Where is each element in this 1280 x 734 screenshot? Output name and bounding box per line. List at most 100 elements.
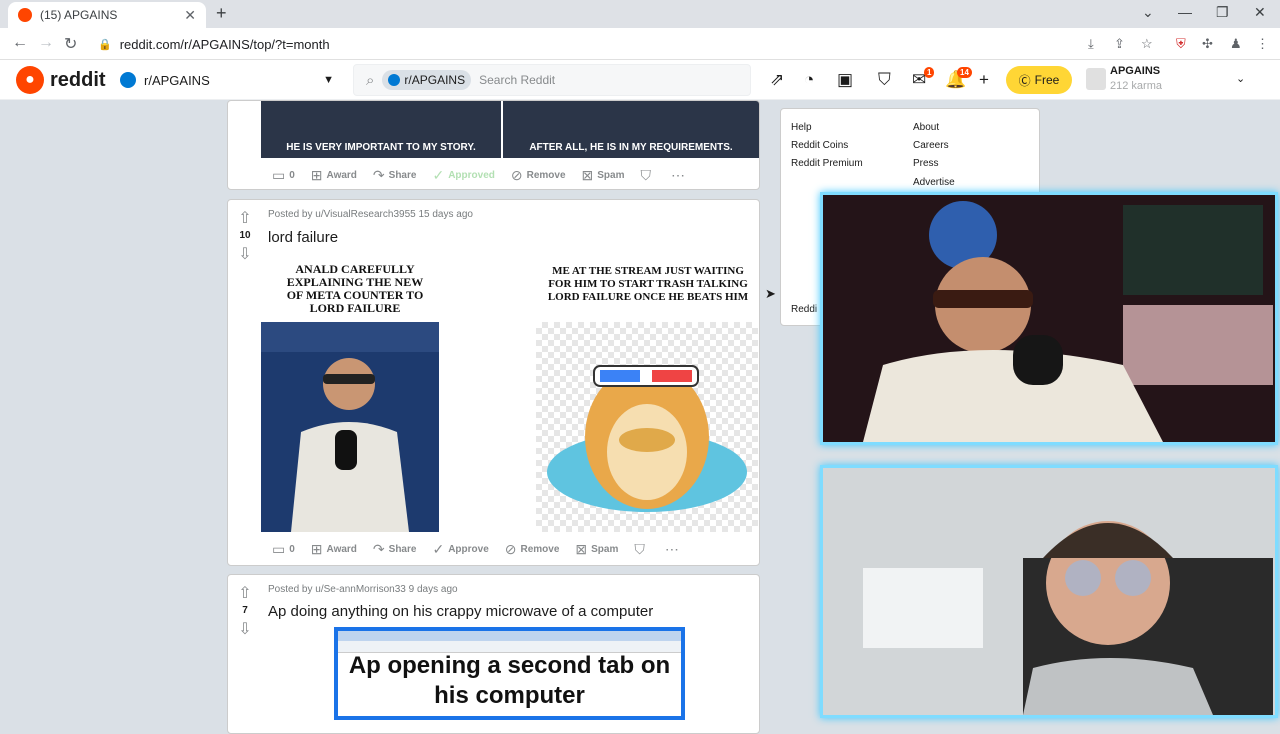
more-icon: ⋯ [670,167,685,183]
snoo-icon: ● [16,66,44,94]
popular-icon[interactable]: ⇗ [770,70,784,90]
upvote-icon[interactable]: ⇧ [233,208,257,228]
stats-icon[interactable]: ◔ [804,70,814,90]
vote-score: 10 [239,230,251,241]
spam-label: Spam [597,170,625,181]
profile-icon[interactable]: ♟ [1230,36,1242,52]
share-page-icon[interactable]: ⇪ [1114,36,1125,52]
mod-shield-icon[interactable]: ⛉ [878,70,891,90]
post-title[interactable]: Ap doing anything on his crappy microwav… [268,603,653,620]
vote-score: 7 [242,605,248,616]
community-selector[interactable]: r/APGAINS ▼ [120,66,334,94]
downvote-icon[interactable]: ⇩ [233,619,257,639]
free-premium-button[interactable]: Ⓒ Free [1006,66,1072,94]
spam-button[interactable]: ⊠ Spam [575,541,618,558]
footer-link-coins[interactable]: Reddit Coins [791,140,848,151]
user-menu[interactable]: APGAINS 212 karma ⌄ [1086,64,1266,96]
webcam-overlay-bottom [820,465,1278,718]
footer-link-advertise[interactable]: Advertise [913,177,955,188]
browser-tab[interactable]: (15) APGAINS ✕ [8,2,206,28]
more-options-button[interactable]: ⋯ [665,541,683,558]
mod-shield-button[interactable]: ⛉ [640,167,655,184]
tab-close-icon[interactable]: ✕ [184,7,196,24]
share-button[interactable]: ↷ Share [373,167,417,184]
search-community-chip[interactable]: r/APGAINS [382,70,472,90]
post-title[interactable]: lord failure [268,229,338,246]
comment-icon: ▭ [272,541,286,557]
downvote-icon[interactable]: ⇩ [233,244,257,264]
footer-link-help[interactable]: Help [791,122,812,133]
footer-link-about[interactable]: About [913,122,939,133]
hamster-popcorn-image[interactable] [536,322,758,532]
tab-title: (15) APGAINS [40,8,118,22]
omnibox[interactable]: 🔒 reddit.com/r/APGAINS/top/?t=month [88,31,1278,57]
create-post-plus-icon[interactable]: + [979,70,989,90]
avatar [1086,68,1106,90]
award-button[interactable]: ⊞ Award [311,541,357,558]
more-options-button[interactable]: ⋯ [671,167,689,184]
chevron-down-icon: ⌄ [1236,73,1246,85]
chat-badge: 1 [924,67,935,78]
install-icon[interactable]: ⤓ [1088,36,1094,52]
forward-icon[interactable]: → [38,34,54,52]
mod-queue-icon[interactable]: ▣ [837,70,853,90]
lock-icon: 🔒 [98,38,112,51]
post-card: HE IS VERY IMPORTANT TO MY STORY. AFTER … [227,100,760,190]
footer-link-press[interactable]: Press [913,158,939,169]
extensions-puzzle-icon[interactable]: ✣ [1202,36,1213,52]
extension-shield-icon[interactable]: ⛨ [1176,36,1186,52]
new-tab-button[interactable]: + [216,3,227,24]
search-input[interactable]: ⌕ r/APGAINS Search Reddit [353,64,751,96]
footer-link-careers[interactable]: Careers [913,140,949,151]
reddit-favicon-icon [18,8,32,22]
post-meta: Posted by u/Se-annMorrison33 9 days ago [268,584,458,595]
chrome-menu-icon[interactable]: ⋮ [1256,36,1269,52]
approve-label: Approve [448,544,489,555]
streamer-webcam-icon [823,195,1275,442]
meme-caption: HE IS VERY IMPORTANT TO MY STORY. [286,142,476,153]
mod-shield-button[interactable]: ⛉ [634,541,649,558]
streamer-photo-image[interactable] [261,322,439,532]
remove-button[interactable]: ⊘ Remove [505,541,560,558]
award-button[interactable]: ⊞ Award [311,167,357,184]
post-meta: Posted by u/VisualResearch3955 15 days a… [268,209,473,220]
spam-label: Spam [591,544,619,555]
coin-icon: Ⓒ [1018,73,1031,88]
comments-count: 0 [289,544,295,555]
spam-button[interactable]: ⊠ Spam [582,167,625,184]
remove-icon: ⊘ [504,541,517,557]
footer-link-premium[interactable]: Reddit Premium [791,158,863,169]
more-icon: ⋯ [664,541,679,557]
reddit-header: ● reddit r/APGAINS ▼ ⌕ r/APGAINS Search … [0,60,1280,100]
tab-search-icon[interactable]: ⌄ [1142,4,1154,21]
shield-icon: ⛉ [640,167,651,183]
comments-button[interactable]: ▭ 0 [272,541,295,558]
comments-button[interactable]: ▭ 0 [272,167,295,184]
post-image-browser-window[interactable]: Ap opening a second tab on his computer [334,627,685,720]
remove-icon: ⊘ [510,167,523,183]
comment-icon: ▭ [272,167,286,183]
share-button[interactable]: ↷ Share [373,541,417,558]
spam-icon: ⊠ [581,167,594,183]
close-window-button[interactable]: ✕ [1254,4,1266,21]
check-circle-icon: ✓ [432,167,445,183]
webcam-overlay-top [820,192,1278,445]
bookmark-star-icon[interactable]: ☆ [1141,36,1153,52]
reload-icon[interactable]: ↻ [64,34,77,54]
minimize-button[interactable]: — [1178,4,1192,20]
back-icon[interactable]: ← [12,34,28,52]
approve-button[interactable]: ✓ Approve [432,541,488,558]
share-label: Share [388,544,417,555]
mouse-cursor-icon: ➤ [765,286,776,301]
image-tabs [338,631,681,641]
meme-caption-left: ANALD CAREFULLY EXPLAINING THE NEW OF ME… [286,262,424,315]
meme-caption: AFTER ALL, HE IS IN MY REQUIREMENTS. [529,142,733,153]
approved-button[interactable]: ✓ Approved [432,167,494,184]
reddit-logo[interactable]: ● reddit [16,66,106,94]
maximize-button[interactable]: ❐ [1216,4,1229,21]
community-avatar-icon [120,72,136,88]
free-label: Free [1034,73,1060,87]
remove-button[interactable]: ⊘ Remove [511,167,566,184]
community-name: r/APGAINS [144,72,210,88]
upvote-icon[interactable]: ⇧ [233,583,257,603]
